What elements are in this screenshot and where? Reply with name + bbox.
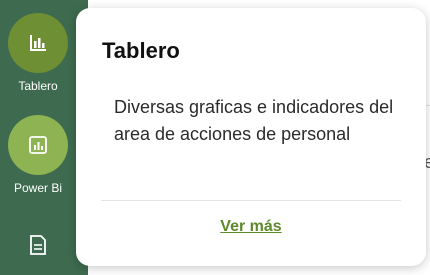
ver-mas-link[interactable]: Ver más — [76, 218, 426, 236]
sidebar-item-tablero[interactable]: Tablero — [0, 13, 76, 93]
sidebar-item-documents[interactable] — [0, 234, 76, 261]
popover-description: Diversas graficas e indicadores del area… — [114, 97, 394, 144]
power-bi-circle[interactable] — [8, 115, 68, 175]
popover-card: Tablero Diversas graficas e indicadores … — [76, 8, 426, 266]
sidebar: Tablero Power Bi — [0, 0, 88, 275]
sidebar-item-label: Tablero — [18, 79, 58, 93]
sidebar-item-label: Power Bi — [13, 181, 63, 195]
popover-divider — [101, 200, 401, 201]
sidebar-item-power-bi[interactable]: Power Bi — [0, 115, 76, 195]
popover-title: Tablero — [102, 38, 180, 63]
document-icon[interactable] — [28, 234, 48, 256]
bar-chart-icon — [30, 35, 46, 51]
report-chart-icon — [29, 136, 47, 154]
tablero-circle[interactable] — [8, 13, 68, 73]
